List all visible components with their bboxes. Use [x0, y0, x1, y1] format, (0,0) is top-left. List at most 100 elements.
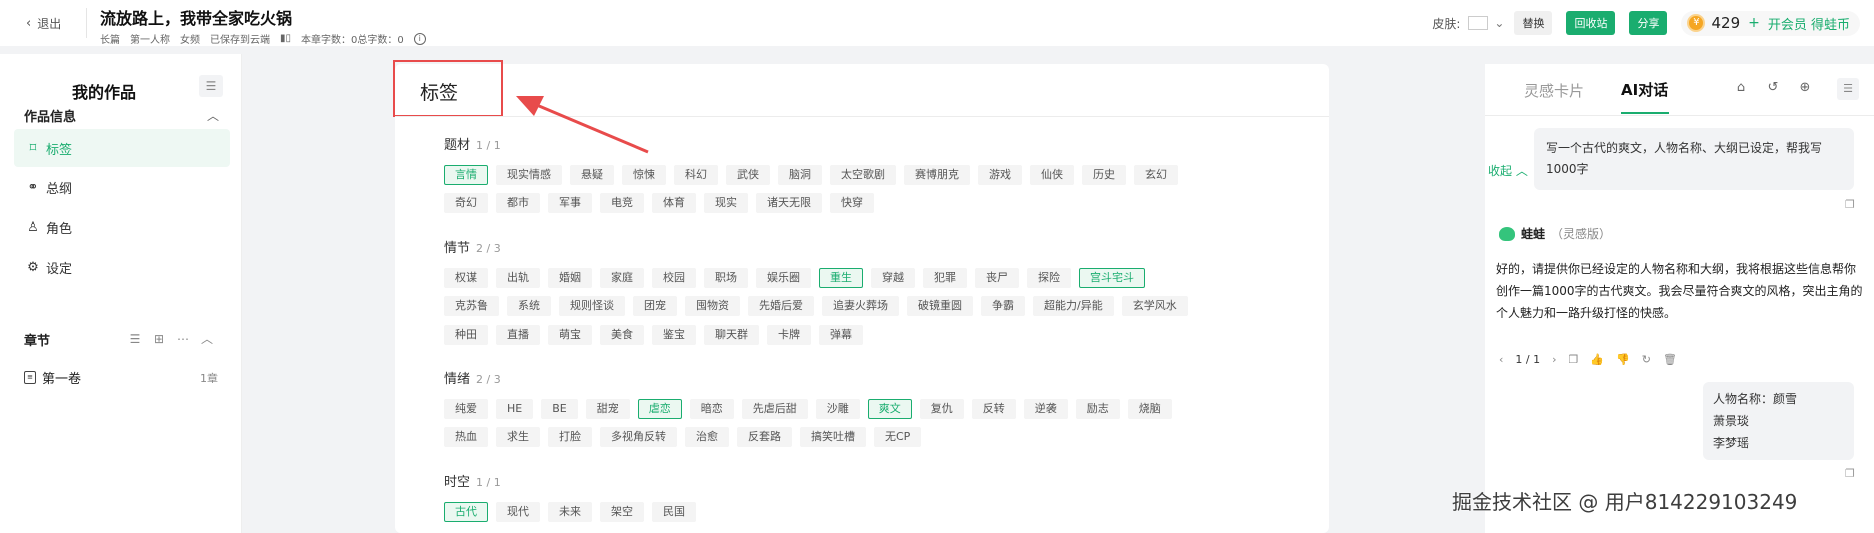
copy-icon[interactable]: ❐	[1569, 353, 1579, 366]
back-button[interactable]: ‹ 退出	[26, 15, 61, 32]
tag-chip[interactable]: 未来	[548, 502, 592, 522]
tag-chip[interactable]: 家庭	[600, 268, 644, 288]
tag-chip[interactable]: 卡牌	[767, 325, 811, 345]
tag-chip[interactable]: 囤物资	[685, 296, 740, 316]
chevron-down-icon[interactable]: ⌄	[1494, 16, 1504, 30]
tag-chip-selected[interactable]: 虐恋	[637, 399, 682, 419]
tag-chip[interactable]: 玄幻	[1134, 165, 1178, 185]
history-icon[interactable]: ↺	[1765, 80, 1781, 95]
tag-chip[interactable]: 犯罪	[923, 268, 967, 288]
chevron-up-icon[interactable]: ︿	[207, 107, 219, 124]
tag-chip[interactable]: 多视角反转	[600, 427, 677, 447]
tag-chip[interactable]: 权谋	[444, 268, 488, 288]
tag-chip[interactable]: 逆袭	[1023, 399, 1068, 419]
tag-chip[interactable]: 美食	[600, 325, 644, 345]
tag-chip[interactable]: 现实	[704, 193, 748, 213]
tag-chip[interactable]: 烧脑	[1127, 399, 1172, 419]
delete-icon[interactable]: 🗑	[1663, 353, 1677, 366]
tag-chip[interactable]: 职场	[704, 268, 748, 288]
sidebar-item-outline[interactable]: ⚭ 总纲	[14, 168, 230, 206]
tag-chip[interactable]: 赛博朋克	[904, 165, 970, 185]
tag-chip[interactable]: 丧尸	[975, 268, 1019, 288]
tag-chip[interactable]: 游戏	[978, 165, 1022, 185]
tag-chip[interactable]: HE	[496, 399, 534, 419]
tag-chip[interactable]: 电竞	[600, 193, 644, 213]
coin-plus[interactable]: +	[1748, 15, 1760, 31]
replace-button[interactable]: 替换	[1514, 11, 1553, 35]
tag-chip[interactable]: 脑洞	[778, 165, 822, 185]
tag-chip[interactable]: 玄学风水	[1121, 296, 1188, 316]
prev-icon[interactable]: ‹	[1499, 353, 1503, 366]
tag-chip[interactable]: 历史	[1082, 165, 1126, 185]
copy-icon[interactable]: ❐	[1845, 198, 1855, 211]
tag-chip[interactable]: 体育	[652, 193, 696, 213]
tag-chip[interactable]: 校园	[652, 268, 696, 288]
tag-chip[interactable]: 穿越	[871, 268, 915, 288]
vip-link[interactable]: 开会员 得蛙币	[1768, 14, 1850, 33]
tag-chip[interactable]: 太空歌剧	[830, 165, 896, 185]
volume-item[interactable]: ≡ 第一卷	[24, 368, 81, 387]
tag-chip[interactable]: 诸天无限	[756, 193, 822, 213]
tag-chip[interactable]: 奇幻	[444, 193, 488, 213]
sidebar-item-tags[interactable]: ⌑ 标签	[14, 129, 230, 167]
tag-chip[interactable]: 现代	[496, 502, 540, 522]
tag-chip[interactable]: 婚姻	[548, 268, 592, 288]
tag-chip-selected[interactable]: 爽文	[867, 399, 912, 419]
tag-chip[interactable]: 军事	[548, 193, 592, 213]
tag-chip-selected[interactable]: 古代	[444, 502, 488, 522]
more-icon[interactable]: ⋯	[176, 332, 190, 346]
tag-chip[interactable]: 架空	[600, 502, 644, 522]
list-icon[interactable]: ☰	[128, 332, 142, 346]
tag-chip-selected[interactable]: 言情	[444, 165, 488, 185]
tag-chip[interactable]: BE	[541, 399, 578, 419]
tag-chip[interactable]: 破镜重圆	[907, 296, 973, 316]
tag-chip[interactable]: 先虐后甜	[741, 399, 808, 419]
tag-chip[interactable]: 反套路	[737, 427, 792, 447]
section-work-info[interactable]: 作品信息	[24, 106, 76, 125]
tag-chip[interactable]: 纯爱	[444, 399, 488, 419]
tag-chip[interactable]: 快穿	[830, 193, 874, 213]
tag-chip[interactable]: 直播	[496, 325, 540, 345]
tag-chip[interactable]: 武侠	[726, 165, 770, 185]
next-icon[interactable]: ›	[1552, 353, 1556, 366]
tag-chip[interactable]: 反转	[971, 399, 1016, 419]
tag-chip[interactable]: 惊悚	[622, 165, 666, 185]
tag-chip[interactable]: 聊天群	[704, 325, 759, 345]
sidebar-item-characters[interactable]: ♙ 角色	[14, 208, 230, 246]
skin-swatch[interactable]	[1468, 16, 1489, 30]
tag-chip[interactable]: 热血	[444, 427, 488, 447]
tag-chip[interactable]: 系统	[507, 296, 551, 316]
tag-chip[interactable]: 种田	[444, 325, 488, 345]
fold-toggle[interactable]: 收起 ︿	[1488, 162, 1528, 179]
copy-icon[interactable]: ❐	[1845, 467, 1855, 480]
tag-chip[interactable]: 规则怪谈	[559, 296, 625, 316]
tag-chip[interactable]: 复仇	[919, 399, 964, 419]
tag-chip[interactable]: 弹幕	[819, 325, 863, 345]
tag-chip[interactable]: 现实情感	[496, 165, 562, 185]
tag-chip[interactable]: 都市	[496, 193, 540, 213]
tag-chip[interactable]: 追妻火葬场	[822, 296, 899, 316]
add-chapter-icon[interactable]: ⊞	[152, 332, 166, 346]
tag-chip-selected[interactable]: 宫斗宅斗	[1079, 268, 1145, 288]
tag-chip[interactable]: 先婚后爱	[748, 296, 814, 316]
tag-chip[interactable]: 无CP	[874, 427, 922, 447]
tag-chip[interactable]: 出轨	[496, 268, 540, 288]
sidebar-item-settings[interactable]: ⚙ 设定	[14, 248, 230, 286]
tag-chip[interactable]: 克苏鲁	[444, 296, 499, 316]
collapse-sidebar-icon[interactable]: ☰	[199, 75, 223, 97]
share-button[interactable]: 分享	[1629, 11, 1668, 35]
tag-chip[interactable]: 求生	[496, 427, 540, 447]
tag-chip[interactable]: 鉴宝	[652, 325, 696, 345]
tag-chip[interactable]: 悬疑	[570, 165, 614, 185]
tag-chip[interactable]: 甜宠	[585, 399, 630, 419]
thumbs-down-icon[interactable]: 👎	[1616, 353, 1630, 366]
chevron-up-icon[interactable]: ︿	[200, 332, 214, 346]
tag-chip[interactable]: 超能力/异能	[1033, 296, 1114, 316]
tag-chip[interactable]: 打脸	[548, 427, 592, 447]
tag-chip[interactable]: 暗恋	[689, 399, 734, 419]
info-icon[interactable]: i	[413, 32, 426, 45]
tag-chip[interactable]: 搞笑吐槽	[800, 427, 866, 447]
expand-panel-icon[interactable]: ☰	[1837, 78, 1859, 100]
tag-chip[interactable]: 萌宝	[548, 325, 592, 345]
tag-chip[interactable]: 治愈	[685, 427, 729, 447]
